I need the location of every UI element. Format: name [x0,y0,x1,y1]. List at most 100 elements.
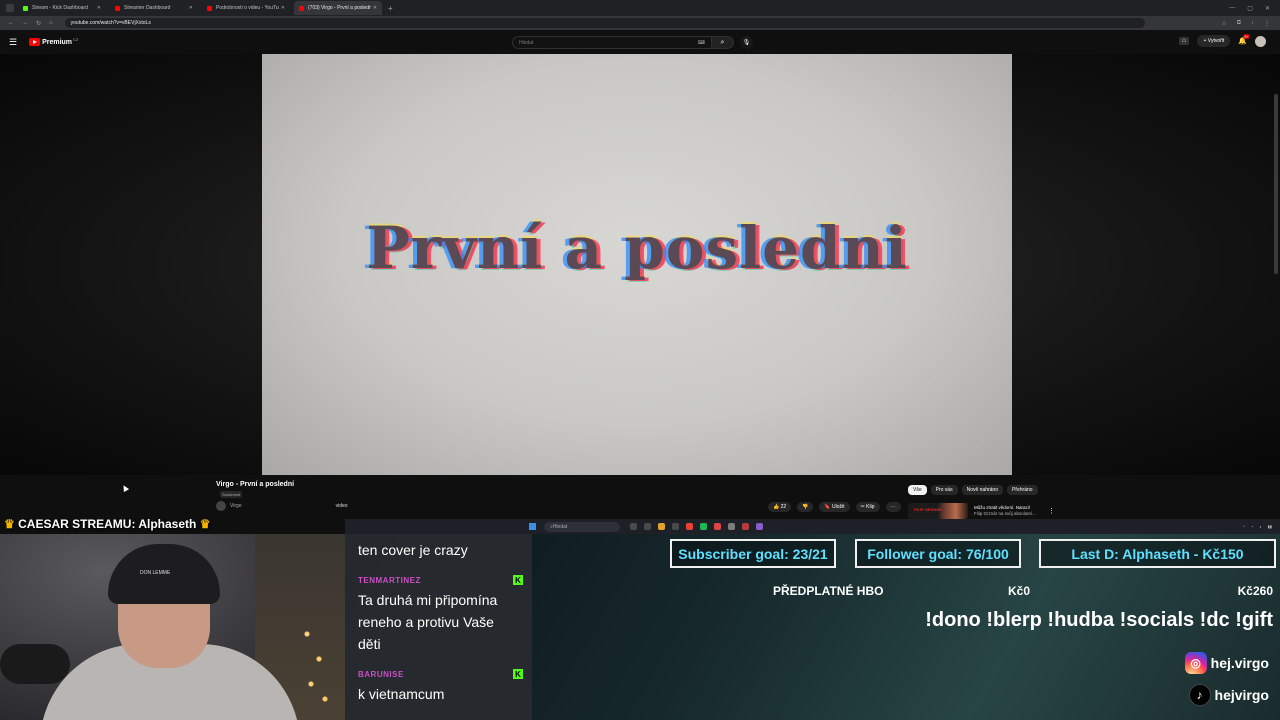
download-icon[interactable]: ↓ [1251,20,1254,27]
back-icon[interactable]: ← [8,20,14,27]
microphone-icon: 🎙 [742,40,751,46]
kick-badge-icon: K [513,669,523,679]
kick-badge-icon: K [513,575,523,585]
search-placeholder: Hledat [519,39,534,46]
crown-icon: ♛ [199,517,211,531]
close-icon[interactable]: ✕ [373,5,377,11]
recommendation-chips: Vše Pro vás Nově nahráno Přehráno [908,485,1038,495]
youtube-header: ☰ Premium CZ Hledat ⌨ ⌕ 🎙 ▭ + Vytvořit 🔔… [0,30,1280,54]
maximize-icon[interactable]: ▢ [1247,5,1253,12]
tab-kick-dashboard[interactable]: Stream - Kick Dashboard ✕ [18,1,106,15]
caesar-label: CAESAR STREAMU: Alphaseth [18,517,197,531]
avatar[interactable] [1255,35,1266,47]
tab-virgo-video[interactable]: (703) Virgo - První a posledn ✕ [294,1,382,15]
youtube-play-icon [29,38,41,46]
fairy-lights [295,614,335,714]
webcam-microphone [0,644,70,684]
country-code: CZ [73,37,79,42]
search-bar: Hledat ⌨ ⌕ 🎙 [512,36,753,49]
close-icon[interactable]: ✕ [97,5,101,11]
hamburger-menu-icon[interactable]: ☰ [9,37,17,48]
brand-label: Premium [42,38,73,46]
nav-buttons: ← → ↻ ⌂ [0,20,53,27]
chat-message: Ta druhá mi připomína [358,592,498,608]
chip-watched[interactable]: Přehráno [1007,485,1038,495]
tab-label: (703) Virgo - První a posledn [308,5,371,11]
chat-overlay: ten cover je crazy TENMARTINEZ K Ta druh… [345,534,532,720]
reload-icon[interactable]: ↻ [36,20,41,27]
browser-tab-bar: Stream - Kick Dashboard ✕ Streamer Dashb… [0,0,1280,16]
youtube-icon [207,5,212,11]
page-scrollbar[interactable] [1274,94,1278,274]
chat-message: ten cover je crazy [358,542,468,558]
instagram-icon: ◎ [1184,652,1207,674]
cast-icon[interactable]: ▭ [1178,37,1190,45]
chip-for-you[interactable]: Pro vás [930,485,958,495]
bell-icon: 🔔 [1238,38,1247,45]
tiktok-label: hejvirgo [1214,687,1269,703]
chat-message: k vietnamcum [358,686,445,702]
chip-all[interactable]: Vše [908,485,927,495]
minimize-icon[interactable]: — [1229,5,1235,12]
voice-search-button[interactable]: 🎙 [740,36,753,49]
forward-icon[interactable]: → [22,20,28,27]
tab-label: Streamer Dashboard [124,5,171,11]
create-button[interactable]: + Vytvořit [1197,35,1231,47]
search-icon: ⌕ [720,38,725,46]
chat-username: BARUNISE [358,670,404,679]
follower-goal: Follower goal: 76/100 [855,539,1021,568]
tab-streamer-dashboard[interactable]: Streamer Dashboard ✕ [110,1,198,15]
home-icon[interactable]: ⌂ [49,20,53,27]
more-icon[interactable]: ⋮ [1264,20,1270,27]
privacy-badge: Soukromé [220,491,243,498]
notification-badge: 9+ [1243,34,1250,39]
crown-icon: ♛ [4,517,15,531]
video-title: Virgo - První a poslední [216,481,295,488]
extensions-icon[interactable]: ⧉ [1237,20,1241,27]
instagram-label: hej.virgo [1210,655,1269,671]
webcam-feed: DON LEMME [0,534,345,720]
youtube-icon [299,5,304,11]
stream-overlay: DON LEMME ♛ CAESAR STREAMU: Alphaseth ♛ … [0,506,1280,720]
chip-recently-uploaded[interactable]: Nově nahráno [961,485,1003,495]
browser-toolbar: ☆ ⧉ ↓ ⋮ [1221,20,1280,27]
kick-icon [23,5,28,11]
caesar-banner: ♛ CAESAR STREAMU: Alphaseth ♛ [4,517,210,531]
chat-message: děti [358,636,381,652]
chat-commands: !dono !blerp !hudba !socials !dc !gift [925,609,1273,631]
bookmark-icon[interactable]: ☆ [1221,20,1226,27]
youtube-logo[interactable]: Premium CZ [29,37,79,46]
youtube-icon [115,5,120,11]
instagram-handle: ◎ hej.virgo [1184,652,1269,674]
hbo-current: Kč0 [1008,584,1031,598]
close-icon[interactable]: ✕ [281,5,285,11]
window-controls: — ▢ ✕ [1229,5,1280,12]
keyboard-icon[interactable]: ⌨ [698,40,705,46]
close-window-icon[interactable]: ✕ [1265,5,1270,12]
notifications-button[interactable]: 🔔 9+ [1238,34,1250,45]
video-player[interactable]: První a posledni [0,54,1280,475]
url-text: youtube.com/watch?v=vBEVjXxtoLs [70,20,151,26]
video-overlay-title: První a posledni [366,214,908,282]
chat-username: TENMARTINEZ [358,576,421,585]
tab-video-details[interactable]: Podrobnosti o videu - YouTube ✕ [202,1,290,15]
address-bar: ← → ↻ ⌂ youtube.com/watch?v=vBEVjXxtoLs … [0,16,1280,30]
header-actions: ▭ + Vytvořit 🔔 9+ [1178,34,1266,47]
hbo-label: PŘEDPLATNÉ HBO [773,584,884,598]
url-field[interactable]: youtube.com/watch?v=vBEVjXxtoLs [64,18,1145,28]
tab-menu-icon[interactable] [6,4,14,12]
tiktok-icon: ♪ [1188,684,1211,706]
video-frame[interactable]: První a posledni [262,54,1012,475]
tab-label: Podrobnosti o videu - YouTube [216,5,279,11]
hbo-target: Kč260 [1237,584,1273,598]
chat-message: reneho a protivu Vaše [358,614,494,630]
close-icon[interactable]: ✕ [189,5,193,11]
screen: Stream - Kick Dashboard ✕ Streamer Dashb… [0,0,1280,720]
new-tab-icon[interactable]: + [388,4,393,13]
search-button[interactable]: ⌕ [712,36,734,49]
beanie-text: DON LEMME [140,570,171,576]
search-input[interactable]: Hledat ⌨ [512,36,712,49]
subscriber-goal: Subscriber goal: 23/21 [670,539,836,568]
last-donation: Last D: Alphaseth - Kč150 [1039,539,1276,568]
tab-label: Stream - Kick Dashboard [32,5,88,11]
